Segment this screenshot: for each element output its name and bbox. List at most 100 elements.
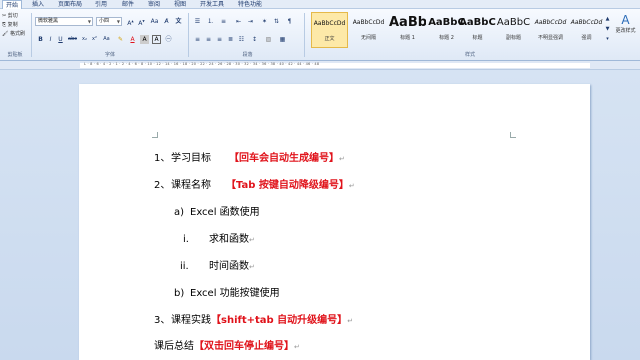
style-preview: AaBb <box>389 15 426 30</box>
bullets-icon[interactable]: ☰ <box>193 17 202 26</box>
paragraph-mark: ↵ <box>249 263 255 271</box>
styles-scroll-down-icon[interactable]: ▼ <box>603 25 612 34</box>
strikethrough-icon[interactable]: abc <box>68 35 77 44</box>
styles-more-icon[interactable]: ▾ <box>603 35 612 44</box>
clipboard-group-label: 剪贴板 <box>7 52 23 58</box>
italic-icon[interactable]: I <box>46 35 55 44</box>
style-name: 标题 1 <box>400 35 415 41</box>
style-name: 正文 <box>324 36 335 42</box>
list-number: b) <box>174 288 185 299</box>
cut-label: 剪切 <box>7 13 18 19</box>
margin-corner-mark <box>510 132 516 138</box>
align-left-icon[interactable]: ≡ <box>193 35 202 44</box>
underline-icon[interactable]: U <box>56 35 65 44</box>
tab-view[interactable]: 视图 <box>174 0 186 9</box>
cut-button[interactable]: ✂ 剪切 <box>2 12 18 19</box>
style-preview: AaBbCcDd <box>534 19 567 26</box>
paragraph-mark: ↵ <box>348 182 355 190</box>
list-item-3[interactable]: 3、课程实践【shift+tab 自动升级编号】↵ <box>154 314 353 328</box>
phonetic-icon[interactable]: 文 <box>174 17 183 26</box>
paragraph-mark: ↵ <box>347 317 354 325</box>
list-item-2a[interactable]: a) Excel 函数使用 <box>174 206 260 220</box>
grow-font-icon[interactable]: A▲ <box>126 17 135 27</box>
align-right-icon[interactable]: ≡ <box>215 35 224 44</box>
chinese-layout-icon[interactable]: ✶ <box>260 17 269 26</box>
style-preview: AaBbC <box>459 17 496 28</box>
font-size-value: 小四 <box>99 18 110 24</box>
styles-scroll-up-icon[interactable]: ▲ <box>603 15 612 24</box>
style-title[interactable]: AaBbC 标题 <box>459 12 496 48</box>
document-page[interactable]: 1、学习目标 【回车会自动生成编号】↵ 2、课程名称 【Tab 按键自动降级编号】↵… <box>79 84 590 360</box>
tab-review[interactable]: 审阅 <box>148 0 160 9</box>
list-number: 2、 <box>154 180 171 191</box>
style-emphasis[interactable]: AaBbCcDd 强调 <box>568 12 605 48</box>
list-number: ii. <box>180 261 189 272</box>
borders-icon[interactable]: ▦ <box>278 35 287 44</box>
tab-references[interactable]: 引用 <box>95 0 107 9</box>
change-case-icon[interactable]: Aa <box>150 17 159 26</box>
list-text: 求和函数 <box>209 234 249 245</box>
summary-line[interactable]: 课后总结【双击回车停止编号】↵ <box>154 340 300 354</box>
divider <box>188 13 189 57</box>
paragraph-group-label: 段落 <box>242 52 253 58</box>
tab-developer[interactable]: 开发工具 <box>200 0 224 9</box>
list-text: Excel 功能按键使用 <box>190 288 280 299</box>
show-marks-icon[interactable]: ¶ <box>285 17 294 26</box>
font-size-select[interactable]: 小四 ▼ <box>96 17 122 26</box>
shrink-font-icon[interactable]: A▼ <box>137 17 146 27</box>
subscript-icon[interactable]: x₂ <box>80 35 89 44</box>
format-painter-button[interactable]: 🖌 格式刷 <box>2 30 25 37</box>
change-styles-button[interactable]: A 更改样式 <box>612 13 639 49</box>
paragraph-mark: ↵ <box>339 155 345 163</box>
list-text: 时间函数 <box>209 261 249 272</box>
decrease-indent-icon[interactable]: ⇤ <box>234 17 243 26</box>
style-subtle-emphasis[interactable]: AaBbCcDd 不明显强调 <box>532 12 569 48</box>
paragraph-shading-icon[interactable]: ▨ <box>264 35 273 44</box>
list-item-2a-i[interactable]: i. 求和函数↵ <box>183 233 255 247</box>
font-color-icon[interactable]: A <box>128 35 137 44</box>
char-border-icon[interactable]: A <box>152 35 161 44</box>
align-center-icon[interactable]: ≡ <box>204 35 213 44</box>
list-number: i. <box>183 234 189 245</box>
copy-icon: ⎘ <box>2 22 7 28</box>
list-item-1[interactable]: 1、学习目标 【回车会自动生成编号】↵ <box>154 152 345 166</box>
change-styles-icon: A <box>621 13 630 27</box>
justify-icon[interactable]: ≣ <box>226 35 235 44</box>
tab-special[interactable]: 特色功能 <box>238 0 262 9</box>
distributed-icon[interactable]: ☷ <box>237 35 246 44</box>
tab-home[interactable]: 开始 <box>2 0 23 9</box>
style-no-spacing[interactable]: AaBbCcDd 无间隔 <box>350 12 387 48</box>
sort-icon[interactable]: ⇅ <box>272 17 281 26</box>
divider <box>31 13 32 57</box>
style-name: 无间隔 <box>360 35 376 41</box>
list-item-2[interactable]: 2、课程名称 【Tab 按键自动降级编号】↵ <box>154 179 355 193</box>
copy-button[interactable]: ⎘ 复制 <box>2 21 18 28</box>
margin-corner-mark <box>152 132 158 138</box>
bold-icon[interactable]: B <box>36 35 45 44</box>
change-styles-label: 更改样式 <box>615 28 636 34</box>
list-text: 课程实践 <box>171 315 211 326</box>
style-normal[interactable]: AaBbCcDd 正文 <box>311 12 348 48</box>
tab-page-layout[interactable]: 页面布局 <box>58 0 82 9</box>
list-item-2b[interactable]: b) Excel 功能按键使用 <box>174 287 280 301</box>
list-item-2a-ii[interactable]: ii. 时间函数↵ <box>180 260 255 274</box>
format-painter-label: 格式刷 <box>9 31 25 37</box>
tab-mailings[interactable]: 邮件 <box>122 0 134 9</box>
tab-insert[interactable]: 插入 <box>32 0 44 9</box>
text-effect-icon[interactable]: Aa <box>102 35 111 44</box>
clear-format-icon[interactable]: A̸ <box>162 17 171 26</box>
style-heading1[interactable]: AaBb 标题 1 <box>389 12 426 48</box>
style-subtitle[interactable]: AaBbC 副标题 <box>495 12 532 48</box>
numbering-icon[interactable]: ⒈ <box>206 17 215 26</box>
increase-indent-icon[interactable]: ⇥ <box>246 17 255 26</box>
multilevel-list-icon[interactable]: ≡ <box>219 17 228 26</box>
encircle-icon[interactable]: ㊀ <box>164 35 173 44</box>
ribbon: ✂ 剪切 ⎘ 复制 🖌 格式刷 剪贴板 微软雅黑 ▼ 小四 ▼ A▲ A▼ Aa A… <box>0 9 640 61</box>
font-name-select[interactable]: 微软雅黑 ▼ <box>35 17 93 26</box>
shading-icon[interactable]: A <box>140 35 149 44</box>
line-spacing-icon[interactable]: ↕ <box>250 35 259 44</box>
list-note: 【Tab 按键自动降级编号】 <box>226 180 349 191</box>
style-name: 标题 <box>472 35 483 41</box>
highlight-icon[interactable]: ✎ <box>116 35 125 44</box>
superscript-icon[interactable]: x² <box>90 35 99 44</box>
